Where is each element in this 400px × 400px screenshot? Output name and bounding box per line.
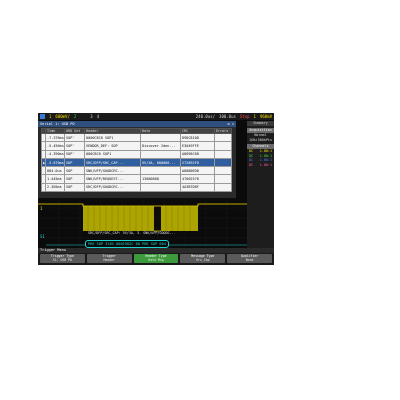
table-cell: [140, 149, 181, 159]
table-cell: [214, 157, 232, 168]
decode-listing-window: Serial 1: USB PD ⚙ × Time ORD Set Header…: [38, 121, 236, 198]
table-cell: SRC/DFP/GOODCRC...: [84, 182, 141, 193]
softkey-qualifier[interactable]: Qualifier None: [227, 254, 272, 263]
sidebar-header[interactable]: Summary: [247, 121, 274, 126]
coupling: DC: [249, 162, 254, 167]
table-cell: 47602570: [180, 174, 215, 184]
table-cell: SOP': [64, 149, 85, 159]
table-cell: 5V/3A, 000000...: [140, 157, 181, 168]
table-cell: 884.0us: [45, 166, 65, 176]
table-cell: [214, 132, 232, 143]
table-cell: SOP': [64, 132, 85, 143]
table-row[interactable]: 884.0us SOP SNK/UFP/GOODCRC... A8080ED0: [41, 166, 232, 176]
table-cell: SNK/UFP/GOODCRC...: [84, 166, 141, 176]
table-cell: SOP': [64, 141, 85, 151]
softkey-header-type[interactable]: Header Type Data Msg: [133, 254, 179, 263]
table-cell: [214, 141, 232, 151]
channel-1-scale[interactable]: 680mV/: [53, 114, 71, 119]
table-cell: SOP: [64, 174, 85, 184]
run-state[interactable]: Stop: [238, 114, 252, 119]
softkey-row: Trigger Type S1: USB PD Trigger Header Hea…: [38, 253, 274, 264]
softkey-value: Data Msg: [148, 258, 164, 262]
table-cell: [214, 166, 232, 176]
decode-annotation-lower: PRE SOP 3161 0001982C 00 PRE SOP 004: [85, 240, 169, 248]
decode-annotation-upper: SRC/DFP/SRC_CAP: 5V/3A, 3. SNK/UFP/GOODC…: [88, 231, 176, 235]
table-cell: SOP: [64, 182, 85, 193]
sample-rate: 1GHz: [249, 137, 258, 142]
table-cell: [140, 166, 181, 176]
table-cell: 0000C8C0 SOP1: [84, 132, 141, 143]
softkey-menu: Trigger Menu Trigger Type S1: USB PD Trig…: [38, 248, 274, 265]
decode-title-bar: Serial 1: USB PD ⚙ ×: [38, 121, 236, 127]
time-offset[interactable]: 240.0us/: [194, 114, 217, 119]
table-cell: -3.670ms: [45, 157, 65, 168]
table-cell: 000C8C0 SOP1: [84, 149, 141, 159]
status-bar: 1 680mV/ 2 3 4 240.0us/ 300.0us Stop 1 9…: [38, 113, 274, 120]
table-cell: [214, 182, 232, 193]
table-cell: -5.456ms: [45, 141, 65, 151]
table-cell: 272892FD: [180, 157, 215, 168]
table-cell: [214, 174, 232, 184]
table-cell: E3049FFE: [180, 141, 215, 151]
summary-sidebar: Summary Acquisition Normal 1GHz 500kPts C…: [247, 121, 274, 248]
table-cell: SOP: [64, 166, 85, 176]
table-cell: D9DC810D: [180, 132, 215, 143]
softkey-value: S1: USB PD: [52, 258, 72, 262]
oscilloscope-screen: 1 680mV/ 2 3 4 240.0us/ 300.0us Stop 1 9…: [38, 113, 274, 265]
table-cell: 13080808: [140, 174, 181, 184]
run-icon[interactable]: [40, 114, 45, 119]
packet-burst-2: [161, 206, 198, 231]
time-scale[interactable]: 300.0us: [217, 114, 238, 119]
softkey-value: Src_Cap: [196, 258, 210, 262]
channel-row-4[interactable]: DC 1.00:1: [247, 163, 274, 168]
channel-2-number[interactable]: 2: [72, 114, 78, 119]
table-cell: A8080ED0: [180, 166, 215, 176]
close-icon[interactable]: ×: [232, 122, 234, 126]
table-cell: SNK/UFP/REQUEST...: [84, 174, 141, 184]
table-row[interactable]: -4.390ms SOP' 000C8C0 SOP1 A8096C68: [41, 149, 232, 159]
settings-icon[interactable]: ⚙: [227, 122, 229, 126]
memory-points: 500kPts: [257, 137, 272, 142]
packet-burst-1: [83, 206, 154, 231]
table-cell: [214, 149, 232, 159]
channel-4-number[interactable]: 4: [95, 114, 101, 119]
softkey-value: Header: [103, 258, 115, 262]
softkey-value: None: [245, 258, 254, 262]
trigger-level[interactable]: 968mV: [258, 114, 274, 119]
table-cell: A8096C68: [180, 149, 215, 159]
channel-1-trace: [38, 203, 247, 207]
table-cell: SOP: [64, 157, 85, 168]
table-row[interactable]: -5.456ms SOP' VENDOR_DEF: SOP Discover Iden…: [41, 141, 232, 151]
decode-table: Time ORD Set Header Data CRC Errors -7.3…: [41, 128, 232, 193]
table-cell: [140, 182, 181, 193]
softkey-message-type[interactable]: Message Type Src_Cap: [180, 254, 226, 263]
table-row[interactable]: -7.376ms SOP' 0000C8C0 SOP1 D9DC810D: [41, 132, 232, 143]
table-cell: VENDOR_DEF: SOP: [84, 141, 141, 151]
table-cell: SRC/DFP/SRC_CAP...: [84, 157, 141, 168]
probe-ratio: 1.00:1: [259, 162, 272, 167]
table-row[interactable]: 1.445ms SOP SNK/UFP/REQUEST... 13080808 4760…: [41, 174, 232, 184]
table-row-selected[interactable]: ▶ -3.670ms SOP SRC/DFP/SRC_CAP... 5V/3A, 000…: [41, 157, 232, 168]
serial-marker: S1: [40, 234, 45, 239]
channel-1-marker: 1: [40, 206, 43, 211]
table-cell: Discover Iden...: [140, 141, 181, 151]
table-cell: 1.445ms: [45, 174, 65, 184]
table-cell: -4.390ms: [45, 149, 65, 159]
softkey-trigger-type[interactable]: Trigger Type S1: USB PD: [40, 254, 85, 263]
table-cell: -7.376ms: [45, 132, 65, 143]
table-cell: 2.305ms: [45, 182, 65, 193]
softkey-trigger[interactable]: Trigger Header: [86, 254, 132, 263]
table-cell: [140, 132, 181, 143]
table-cell: 4A3B7D8F: [180, 182, 215, 193]
decode-title: Serial 1: USB PD: [40, 122, 75, 126]
table-row[interactable]: 2.305ms SOP SRC/DFP/GOODCRC... 4A3B7D8F: [41, 182, 232, 193]
